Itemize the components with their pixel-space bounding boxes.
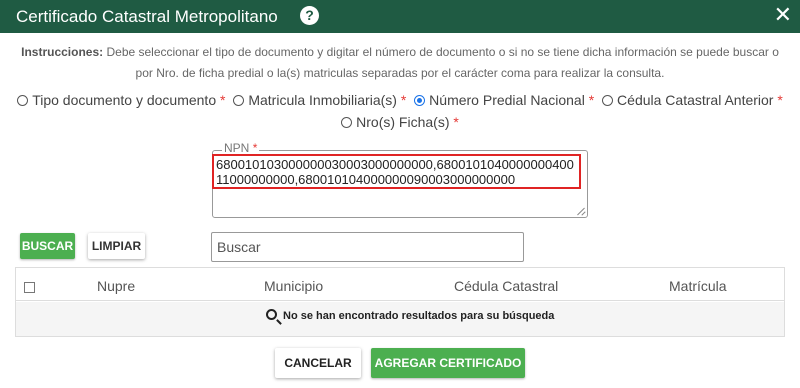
column-header-cedula-catastral[interactable]: Cédula Catastral	[454, 278, 558, 294]
radio-nro-fichas[interactable]: Nro(s) Ficha(s) *	[341, 114, 459, 130]
dialog-title: Certificado Catastral Metropolitano	[16, 7, 278, 26]
search-type-group-row-2: Nro(s) Ficha(s) *	[0, 114, 800, 130]
required-mark: *	[400, 92, 407, 108]
table-header: Nupre Municipio Cédula Catastral Matrícu…	[16, 268, 784, 301]
table-body: No se han encontrado resultados para su …	[16, 302, 784, 336]
radio-unchecked-icon	[233, 95, 245, 106]
results-search-input[interactable]: Buscar	[211, 232, 524, 262]
agregar-certificado-button[interactable]: AGREGAR CERTIFICADO	[371, 348, 525, 378]
instructions-line-1: Debe seleccionar el tipo de documento y …	[106, 45, 779, 59]
column-header-municipio[interactable]: Municipio	[264, 278, 323, 294]
radio-unchecked-icon	[17, 95, 29, 106]
resize-handle-icon[interactable]	[576, 206, 586, 216]
select-all-checkbox[interactable]	[24, 282, 35, 293]
instructions-text: Instrucciones: Debe seleccionar el tipo …	[20, 42, 780, 84]
column-header-nupre[interactable]: Nupre	[97, 278, 135, 294]
npn-value-highlight[interactable]: 680010103000000030003000000000,680010104…	[212, 154, 581, 189]
radio-numero-predial-nacional[interactable]: Número Predial Nacional *	[414, 92, 594, 108]
npn-label: NPN *	[222, 141, 260, 155]
empty-message: No se han encontrado resultados para su …	[283, 310, 555, 322]
empty-state: No se han encontrado resultados para su …	[266, 309, 554, 322]
radio-unchecked-icon	[602, 95, 614, 106]
radio-label: Número Predial Nacional	[429, 92, 585, 108]
npn-label-text: NPN	[224, 141, 250, 155]
limpiar-button[interactable]: LIMPIAR	[88, 233, 145, 259]
search-icon	[266, 309, 277, 320]
radio-label: Nro(s) Ficha(s)	[356, 114, 450, 130]
radio-label: Matricula Inmobiliaria(s)	[248, 92, 397, 108]
cancelar-button[interactable]: CANCELAR	[275, 348, 361, 378]
radio-tipo-documento[interactable]: Tipo documento y documento *	[17, 92, 225, 108]
results-table: Nupre Municipio Cédula Catastral Matrícu…	[15, 267, 785, 337]
radio-checked-icon	[414, 95, 426, 106]
radio-cedula-catastral-anterior[interactable]: Cédula Catastral Anterior *	[602, 92, 783, 108]
dialog-header: Certificado Catastral Metropolitano ? ✕	[0, 0, 800, 33]
search-type-group: Tipo documento y documento * Matricula I…	[0, 92, 800, 108]
required-mark: *	[588, 92, 595, 108]
instructions-label: Instrucciones:	[21, 45, 104, 59]
help-icon[interactable]: ?	[300, 6, 319, 25]
required-mark: *	[220, 92, 226, 108]
required-mark: *	[777, 92, 783, 108]
instructions-line-2: por Nro. de ficha predial o la(s) matric…	[135, 66, 665, 80]
column-header-matricula[interactable]: Matrícula	[669, 278, 727, 294]
buscar-button[interactable]: BUSCAR	[20, 233, 75, 259]
close-icon[interactable]: ✕	[774, 4, 792, 26]
radio-unchecked-icon	[341, 117, 353, 128]
required-mark: *	[453, 114, 459, 130]
radio-label: Tipo documento y documento	[32, 92, 217, 108]
required-mark: *	[252, 141, 258, 155]
radio-matricula-inmobiliaria[interactable]: Matricula Inmobiliaria(s) *	[233, 92, 406, 108]
radio-label: Cédula Catastral Anterior	[617, 92, 774, 108]
